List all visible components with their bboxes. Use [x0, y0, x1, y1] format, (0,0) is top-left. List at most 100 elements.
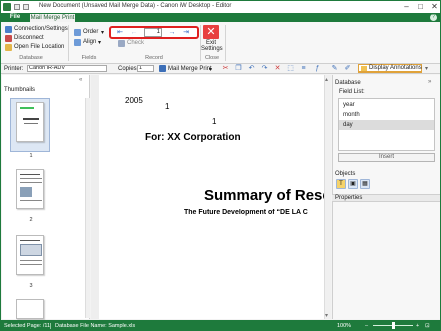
- thumbnail-page-3[interactable]: [16, 235, 44, 275]
- document-vertical-scrollbar[interactable]: [324, 75, 331, 319]
- insert-button[interactable]: Insert: [338, 153, 435, 162]
- previous-record-icon[interactable]: ←: [129, 28, 139, 37]
- thumbnail-page-number: 3: [29, 283, 33, 289]
- text-toolbar-icon[interactable]: ƒ: [314, 65, 321, 72]
- collapse-right-pane-icon[interactable]: »: [428, 79, 431, 85]
- thumbnail-page-4[interactable]: [16, 299, 44, 319]
- group-separator: [68, 25, 69, 61]
- save-icon[interactable]: [14, 4, 20, 10]
- order-icon: [74, 29, 81, 36]
- stamp-icon[interactable]: ✎: [331, 65, 338, 72]
- group-separator: [225, 25, 226, 61]
- align-icon: [74, 39, 81, 46]
- thumbnail-text-line: [20, 200, 42, 201]
- thumbnail-table: [20, 244, 42, 256]
- disconnect-button[interactable]: Disconnect: [14, 35, 44, 41]
- thumbnail-text-line: [24, 123, 38, 124]
- object-text-icon[interactable]: T: [336, 179, 346, 189]
- close-window-button[interactable]: ✕: [428, 1, 440, 13]
- thumbnail-text-line: [20, 240, 40, 241]
- object-image-icon[interactable]: ▣: [348, 179, 358, 189]
- printer-label: Printer:: [4, 66, 24, 72]
- record-number-input[interactable]: 1: [144, 28, 162, 37]
- scroll-up-icon[interactable]: ▴: [325, 76, 328, 83]
- copies-input[interactable]: 1: [137, 65, 154, 72]
- thumbnail-page-2[interactable]: [16, 169, 44, 209]
- cut-icon[interactable]: ✂: [222, 65, 229, 72]
- thumbnail-text-line: [23, 118, 39, 120]
- thumbnail-text-line: [20, 182, 42, 183]
- check-icon: [118, 40, 125, 47]
- select-icon[interactable]: ⬚: [287, 65, 294, 72]
- next-record-icon[interactable]: →: [167, 28, 177, 37]
- printer-select[interactable]: Canon iR-ADV: [27, 65, 107, 72]
- first-record-icon[interactable]: ⇤: [115, 28, 125, 37]
- collapse-pane-icon[interactable]: «: [79, 77, 82, 83]
- undo-icon[interactable]: [23, 4, 29, 10]
- minimize-button[interactable]: –: [400, 1, 413, 13]
- title-bar: New Document (Unsaved Mail Merge Data) -…: [1, 1, 440, 13]
- status-separator: [50, 323, 51, 329]
- document-left-gutter: [91, 75, 99, 319]
- disconnect-icon: [5, 35, 12, 42]
- align-dropdown-icon[interactable]: ▾: [98, 39, 101, 46]
- check-button[interactable]: Check: [127, 40, 144, 46]
- align-toolbar-icon[interactable]: ≡: [300, 65, 307, 72]
- window-title: New Document (Unsaved Mail Merge Data) -…: [39, 3, 232, 9]
- database-pane-header: Database: [335, 80, 361, 86]
- thumbnails-scrollbar[interactable]: [85, 98, 90, 318]
- group-label-close: Close: [204, 55, 220, 61]
- open-file-location-button[interactable]: Open File Location: [14, 44, 64, 50]
- connection-settings-button[interactable]: Connection/Settings: [14, 26, 68, 32]
- thumbnail-annotation-mark: [20, 107, 34, 109]
- field-list-label: Field List:: [339, 89, 365, 95]
- mail-merge-print-dropdown-icon[interactable]: ▾: [209, 66, 212, 73]
- mail-merge-print-icon: [159, 65, 166, 72]
- tab-file[interactable]: File: [4, 13, 26, 22]
- object-field-icon[interactable]: ▦: [360, 179, 370, 189]
- undo-toolbar-icon[interactable]: ↶: [248, 65, 255, 72]
- thumbnail-text-line: [20, 260, 42, 261]
- zoom-level[interactable]: 100%: [337, 320, 351, 330]
- redo-toolbar-icon[interactable]: ↷: [261, 65, 268, 72]
- folder-icon: [5, 44, 12, 51]
- field-item-day[interactable]: day: [339, 120, 434, 130]
- last-record-icon[interactable]: ⇥: [181, 28, 191, 37]
- display-annotations-toggle[interactable]: Display Annotations: [358, 64, 422, 73]
- delete-icon[interactable]: ✕: [274, 65, 281, 72]
- document-subheading: The Future Development of “DE LA C: [184, 209, 308, 216]
- objects-header: Objects: [335, 171, 356, 177]
- order-dropdown-icon[interactable]: ▾: [101, 29, 104, 36]
- exit-settings-label-line2[interactable]: Settings: [201, 46, 223, 52]
- merge-field-year[interactable]: 2005: [125, 96, 143, 105]
- thumbnail-page-1[interactable]: [16, 102, 44, 142]
- help-icon[interactable]: ?: [430, 14, 437, 21]
- thumbnail-text-line: [20, 174, 40, 175]
- field-item-month[interactable]: month: [339, 110, 434, 120]
- thumbnails-header: Thumbnails: [4, 87, 36, 93]
- exit-settings-icon[interactable]: ✕: [203, 25, 219, 39]
- merge-field-day[interactable]: 1: [212, 117, 216, 126]
- group-label-database: Database: [19, 55, 43, 61]
- annotation-icon: [361, 66, 367, 71]
- thumbnail-image: [20, 187, 32, 197]
- zoom-out-icon[interactable]: –: [365, 320, 368, 330]
- scroll-down-icon[interactable]: ▾: [325, 312, 328, 319]
- connection-settings-icon: [5, 26, 12, 33]
- zoom-slider-thumb[interactable]: [392, 322, 395, 329]
- selected-page-status: Selected Page: /11: [4, 323, 51, 329]
- fit-page-icon[interactable]: ⊡: [425, 320, 430, 330]
- group-label-record: Record: [145, 55, 163, 61]
- app-icon: [3, 3, 11, 11]
- zoom-in-icon[interactable]: +: [416, 320, 419, 330]
- align-button[interactable]: Align: [83, 39, 96, 45]
- copy-icon[interactable]: ❐: [235, 65, 242, 72]
- merge-field-month[interactable]: 1: [165, 102, 169, 111]
- field-item-year[interactable]: year: [339, 100, 434, 110]
- maximize-button[interactable]: □: [414, 1, 427, 13]
- pen-icon[interactable]: ✐: [344, 65, 351, 72]
- editor-window: New Document (Unsaved Mail Merge Data) -…: [0, 0, 441, 331]
- toolbar-overflow-icon[interactable]: ▾: [425, 65, 428, 72]
- order-button[interactable]: Order: [83, 29, 98, 35]
- mail-merge-print-button[interactable]: Mail Merge Print: [168, 66, 212, 72]
